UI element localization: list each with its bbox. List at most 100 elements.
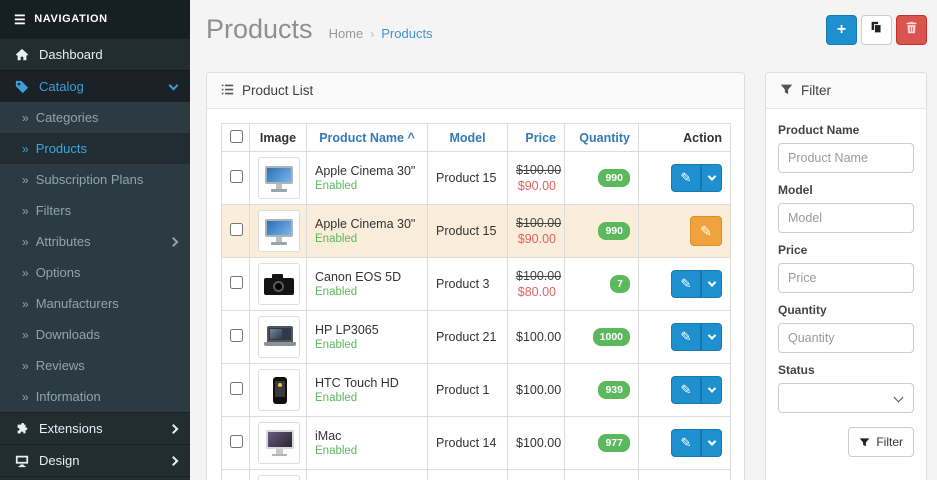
product-name: HP LP3065 <box>315 323 419 337</box>
row-checkbox[interactable] <box>230 382 243 395</box>
filter-model-input[interactable] <box>778 203 914 233</box>
double-angle-icon: » <box>22 297 27 311</box>
sidebar-item-reviews[interactable]: » Reviews <box>0 350 190 381</box>
pencil-icon: ✎ <box>681 170 692 186</box>
sidebar-item-information[interactable]: » Information <box>0 381 190 412</box>
add-product-button[interactable]: + <box>826 15 857 45</box>
sidebar-header-label: NAVIGATION <box>34 13 107 25</box>
sidebar-item-catalog[interactable]: Catalog <box>0 70 190 102</box>
catalog-submenu: » Categories » Products » Subscription P… <box>0 102 190 412</box>
sidebar: ☰ NAVIGATION Dashboard Catalog » Categor… <box>0 0 190 480</box>
quantity-badge: 7 <box>610 275 630 293</box>
home-icon <box>14 47 29 62</box>
sidebar-item-label: Attributes <box>36 234 91 249</box>
product-model: Product 15 <box>428 205 508 258</box>
product-name: HTC Touch HD <box>315 376 419 390</box>
sidebar-item-extensions[interactable]: Extensions <box>0 412 190 444</box>
delete-button[interactable] <box>896 15 927 45</box>
table-row: HTC Touch HDEnabled Product 1 $100.00 93… <box>222 364 731 417</box>
filter-button-label: Filter <box>876 435 903 449</box>
filter-label-price: Price <box>778 243 914 257</box>
edit-button[interactable]: ✎ <box>671 270 701 298</box>
sidebar-item-design[interactable]: Design <box>0 444 190 476</box>
edit-dropdown-button[interactable] <box>701 270 722 298</box>
table-row-partial <box>222 470 731 480</box>
edit-button[interactable]: ✎ <box>671 164 701 192</box>
column-price[interactable]: Price <box>508 124 565 152</box>
row-checkbox[interactable] <box>230 329 243 342</box>
breadcrumb-current[interactable]: Products <box>381 26 432 41</box>
edit-dropdown-button[interactable] <box>701 323 722 351</box>
sidebar-item-label: Extensions <box>39 421 103 436</box>
panel-title: Product List <box>242 83 313 98</box>
opencart-admin: ☰ NAVIGATION Dashboard Catalog » Categor… <box>0 0 937 480</box>
edit-button[interactable]: ✎ <box>671 376 701 404</box>
caret-down-icon <box>707 278 715 286</box>
product-name: iMac <box>315 429 419 443</box>
filter-panel: Filter Product Name Model Price Quantity… <box>765 72 927 480</box>
edit-button-active[interactable]: ✎ <box>690 216 722 246</box>
sidebar-item-filters[interactable]: » Filters <box>0 195 190 226</box>
filter-status-select[interactable] <box>778 383 914 413</box>
chevron-right-icon <box>169 456 179 466</box>
pencil-icon: ✎ <box>681 329 692 345</box>
double-angle-icon: » <box>22 235 27 249</box>
column-label: Product Name <box>319 131 404 145</box>
filter-panel-header: Filter <box>766 73 926 109</box>
table-row: Canon EOS 5DEnabled Product 3 $100.00$80… <box>222 258 731 311</box>
edit-dropdown-button[interactable] <box>701 164 722 192</box>
double-angle-icon: » <box>22 204 27 218</box>
sidebar-item-label: Manufacturers <box>36 296 119 311</box>
sidebar-item-manufacturers[interactable]: » Manufacturers <box>0 288 190 319</box>
product-status: Enabled <box>315 286 419 298</box>
row-checkbox[interactable] <box>230 435 243 448</box>
row-checkbox[interactable] <box>230 276 243 289</box>
sidebar-item-dashboard[interactable]: Dashboard <box>0 38 190 70</box>
page-header: Products Home › Products <box>206 14 433 45</box>
caret-down-icon <box>707 172 715 180</box>
edit-dropdown-button[interactable] <box>701 376 722 404</box>
sidebar-header: ☰ NAVIGATION <box>0 0 190 38</box>
sort-asc-icon: ^ <box>407 131 414 145</box>
sidebar-next-item-edge <box>0 476 190 480</box>
column-product-name[interactable]: Product Name ^ <box>307 124 428 152</box>
edit-button[interactable]: ✎ <box>671 323 701 351</box>
sidebar-item-attributes[interactable]: » Attributes <box>0 226 190 257</box>
product-model: Product 14 <box>428 417 508 470</box>
column-quantity[interactable]: Quantity <box>565 124 639 152</box>
product-name: Apple Cinema 30" <box>315 217 419 231</box>
product-status: Enabled <box>315 180 419 192</box>
select-all-checkbox[interactable] <box>230 130 243 143</box>
filter-product-name-input[interactable] <box>778 143 914 173</box>
table-row: iMacEnabled Product 14 $100.00 977 ✎ <box>222 417 731 470</box>
table-row-selected: Apple Cinema 30"Enabled Product 15 $100.… <box>222 205 731 258</box>
sidebar-item-options[interactable]: » Options <box>0 257 190 288</box>
sidebar-item-label: Products <box>36 141 87 156</box>
filter-apply-button[interactable]: Filter <box>848 427 914 457</box>
filter-quantity-input[interactable] <box>778 323 914 353</box>
hamburger-icon: ☰ <box>14 13 26 26</box>
sidebar-item-products[interactable]: » Products <box>0 133 190 164</box>
filter-icon <box>780 83 793 99</box>
edit-dropdown-button[interactable] <box>701 429 722 457</box>
filter-form: Product Name Model Price Quantity Status… <box>766 109 926 469</box>
breadcrumb-home[interactable]: Home <box>329 26 364 41</box>
row-checkbox[interactable] <box>230 223 243 236</box>
column-model[interactable]: Model <box>428 124 508 152</box>
copy-button[interactable] <box>861 15 892 45</box>
product-status: Enabled <box>315 339 419 351</box>
row-checkbox[interactable] <box>230 170 243 183</box>
filter-price-input[interactable] <box>778 263 914 293</box>
quantity-badge: 990 <box>598 169 630 187</box>
chevron-right-icon <box>169 237 179 247</box>
product-table-wrap: Image Product Name ^ Model Price Quantit… <box>207 109 744 480</box>
sidebar-item-subscription-plans[interactable]: » Subscription Plans <box>0 164 190 195</box>
sidebar-item-downloads[interactable]: » Downloads <box>0 319 190 350</box>
sidebar-item-label: Categories <box>36 110 99 125</box>
double-angle-icon: » <box>22 266 27 280</box>
sidebar-item-categories[interactable]: » Categories <box>0 102 190 133</box>
edit-button[interactable]: ✎ <box>671 429 701 457</box>
double-angle-icon: » <box>22 390 27 404</box>
product-model: Product 1 <box>428 364 508 417</box>
product-thumbnail-phone <box>258 369 300 411</box>
